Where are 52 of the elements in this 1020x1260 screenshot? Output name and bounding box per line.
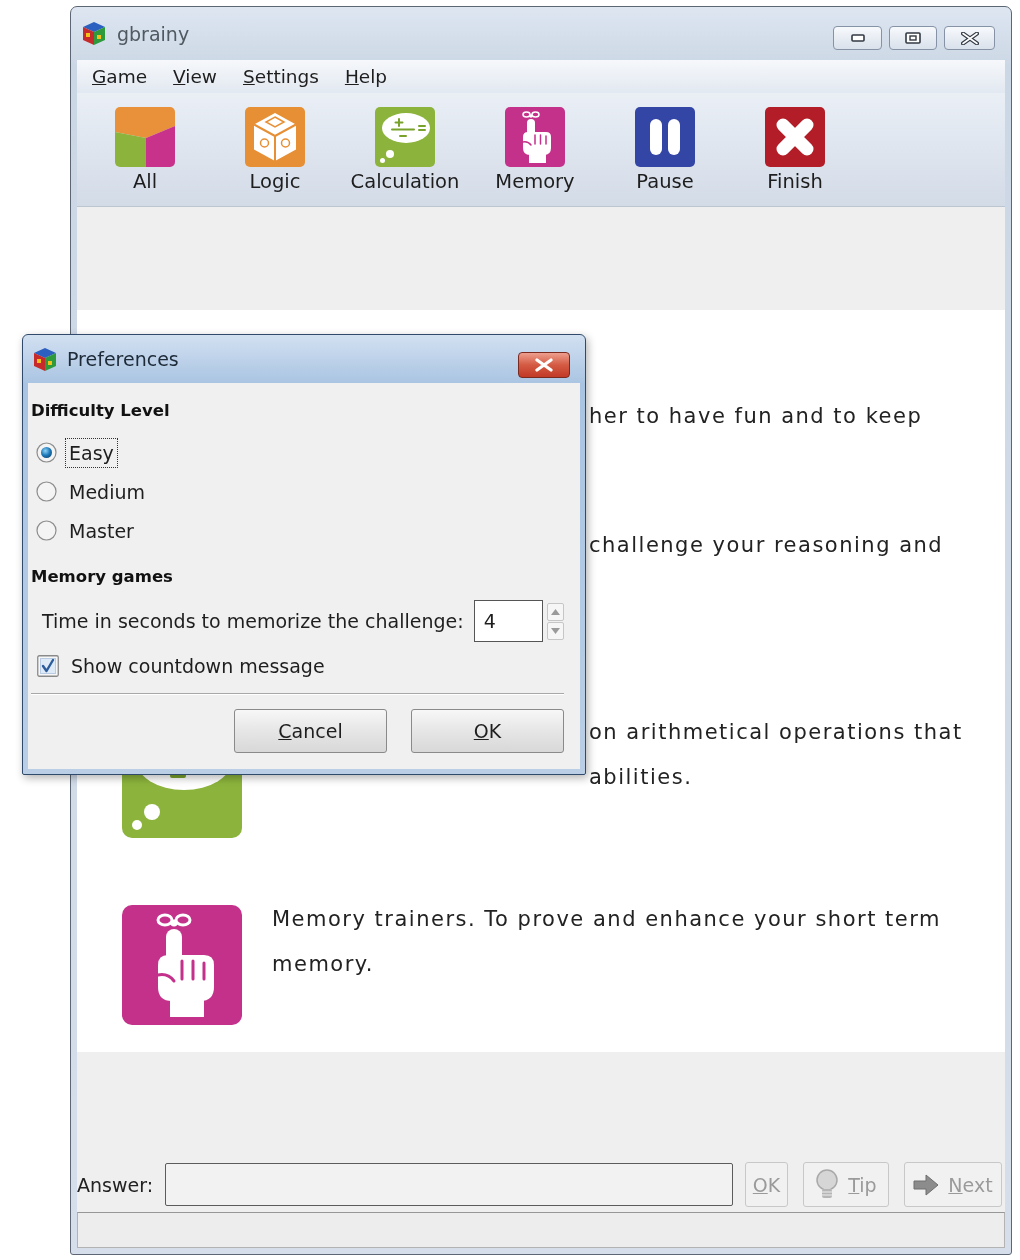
minimize-button[interactable] bbox=[833, 26, 882, 50]
spin-down-button[interactable] bbox=[547, 621, 564, 640]
countdown-checkbox[interactable]: Show countdown message bbox=[37, 651, 325, 681]
cube-icon bbox=[82, 21, 106, 46]
description-text: challenge your reasoning and bbox=[589, 532, 944, 559]
ok-button[interactable]: OK bbox=[411, 709, 564, 753]
hand-icon bbox=[122, 905, 242, 1025]
close-button[interactable] bbox=[518, 352, 570, 378]
seconds-field[interactable]: 4 bbox=[473, 600, 543, 642]
minimize-icon bbox=[850, 34, 865, 42]
cube-icon bbox=[33, 346, 57, 372]
menu-item[interactable]: Help bbox=[331, 63, 401, 90]
difficulty-radio[interactable]: Medium bbox=[36, 472, 149, 511]
tricolor-tile-icon bbox=[115, 107, 175, 167]
close-icon bbox=[960, 31, 979, 45]
memory-button[interactable]: Memory bbox=[493, 107, 577, 194]
section-heading: Difficulty Level bbox=[31, 400, 171, 422]
calculation-button[interactable]: Calculation bbox=[348, 107, 462, 194]
cube-tile-icon bbox=[245, 107, 305, 167]
answer-field[interactable] bbox=[165, 1163, 733, 1206]
dialog-title: Preferences bbox=[67, 348, 179, 370]
cross-icon bbox=[765, 107, 825, 167]
right-arrow-icon bbox=[913, 1173, 940, 1196]
finish-button[interactable]: Finish bbox=[763, 107, 827, 194]
field-label: Time in seconds to memorize the challenge: bbox=[42, 610, 464, 632]
description-text: Memory trainers. To prove and enhance your short term memory. bbox=[272, 906, 942, 978]
pause-button[interactable]: Pause bbox=[633, 107, 697, 194]
caret-down-icon bbox=[551, 627, 560, 634]
maximize-button[interactable] bbox=[889, 26, 937, 50]
section-heading: Memory games bbox=[31, 566, 174, 588]
lightbulb-icon bbox=[815, 1168, 840, 1201]
maximize-icon bbox=[905, 32, 921, 44]
menu-item[interactable]: Settings bbox=[230, 63, 332, 90]
difficulty-radio[interactable]: Master bbox=[36, 511, 138, 550]
hand-icon bbox=[505, 107, 565, 167]
logic-button[interactable]: Logic bbox=[243, 107, 307, 194]
caret-up-icon bbox=[551, 608, 560, 615]
description-text: abilities. bbox=[589, 764, 693, 791]
window-title: gbrainy bbox=[117, 22, 190, 45]
description-text: her to have fun and to keep bbox=[589, 403, 923, 430]
menu-item[interactable]: View bbox=[160, 63, 230, 90]
menu-item[interactable]: Game bbox=[79, 63, 161, 90]
spin-up-button[interactable] bbox=[547, 602, 564, 621]
description-text: on arithmetical operations that bbox=[589, 719, 963, 746]
answer-label: Answer: bbox=[77, 1173, 155, 1196]
all-games-button[interactable]: All bbox=[113, 107, 177, 194]
close-icon bbox=[534, 358, 554, 372]
pause-icon bbox=[635, 107, 695, 167]
thought-bubble-icon bbox=[122, 775, 242, 838]
cancel-button[interactable]: Cancel bbox=[234, 709, 387, 753]
close-button[interactable] bbox=[944, 26, 995, 50]
thought-bubble-icon bbox=[375, 107, 435, 167]
